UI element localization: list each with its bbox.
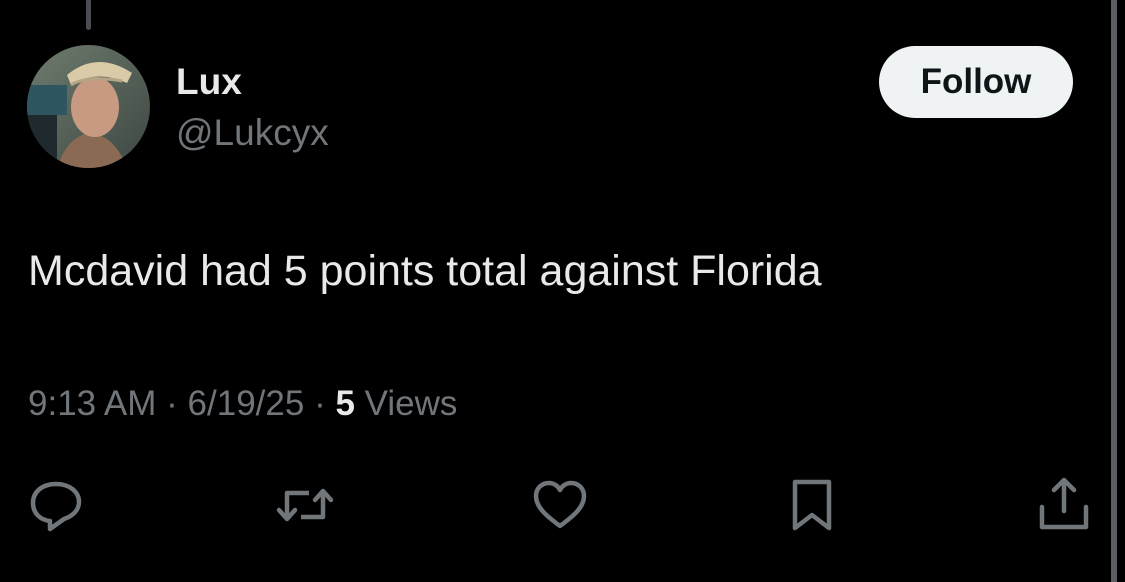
reply-icon xyxy=(30,481,82,532)
author-handle[interactable]: @Lukcyx xyxy=(176,111,329,155)
like-button[interactable] xyxy=(530,475,590,535)
repost-button[interactable] xyxy=(275,475,335,535)
share-icon xyxy=(1039,477,1089,530)
tweet-date[interactable]: 6/19/25 xyxy=(188,384,305,423)
tweet-metadata: 9:13 AM · 6/19/25 · 5 Views xyxy=(28,382,457,426)
avatar-photo xyxy=(27,45,150,168)
scrollbar[interactable] xyxy=(1111,0,1117,582)
meta-separator: · xyxy=(166,384,178,423)
avatar[interactable] xyxy=(27,45,150,168)
author-display-name[interactable]: Lux xyxy=(176,60,242,104)
heart-icon xyxy=(533,480,587,529)
views-label[interactable]: Views xyxy=(365,384,458,423)
meta-separator: · xyxy=(314,384,326,423)
tweet-text: Mcdavid had 5 points total against Flori… xyxy=(28,247,822,295)
tweet-time[interactable]: 9:13 AM xyxy=(28,384,156,423)
share-button[interactable] xyxy=(1034,475,1094,535)
reply-button[interactable] xyxy=(26,475,86,535)
follow-button[interactable]: Follow xyxy=(879,46,1073,118)
bookmark-icon xyxy=(792,479,832,531)
repost-icon xyxy=(276,488,334,522)
bookmark-button[interactable] xyxy=(782,475,842,535)
thread-connector-line xyxy=(86,0,91,30)
views-count[interactable]: 5 xyxy=(335,384,354,423)
